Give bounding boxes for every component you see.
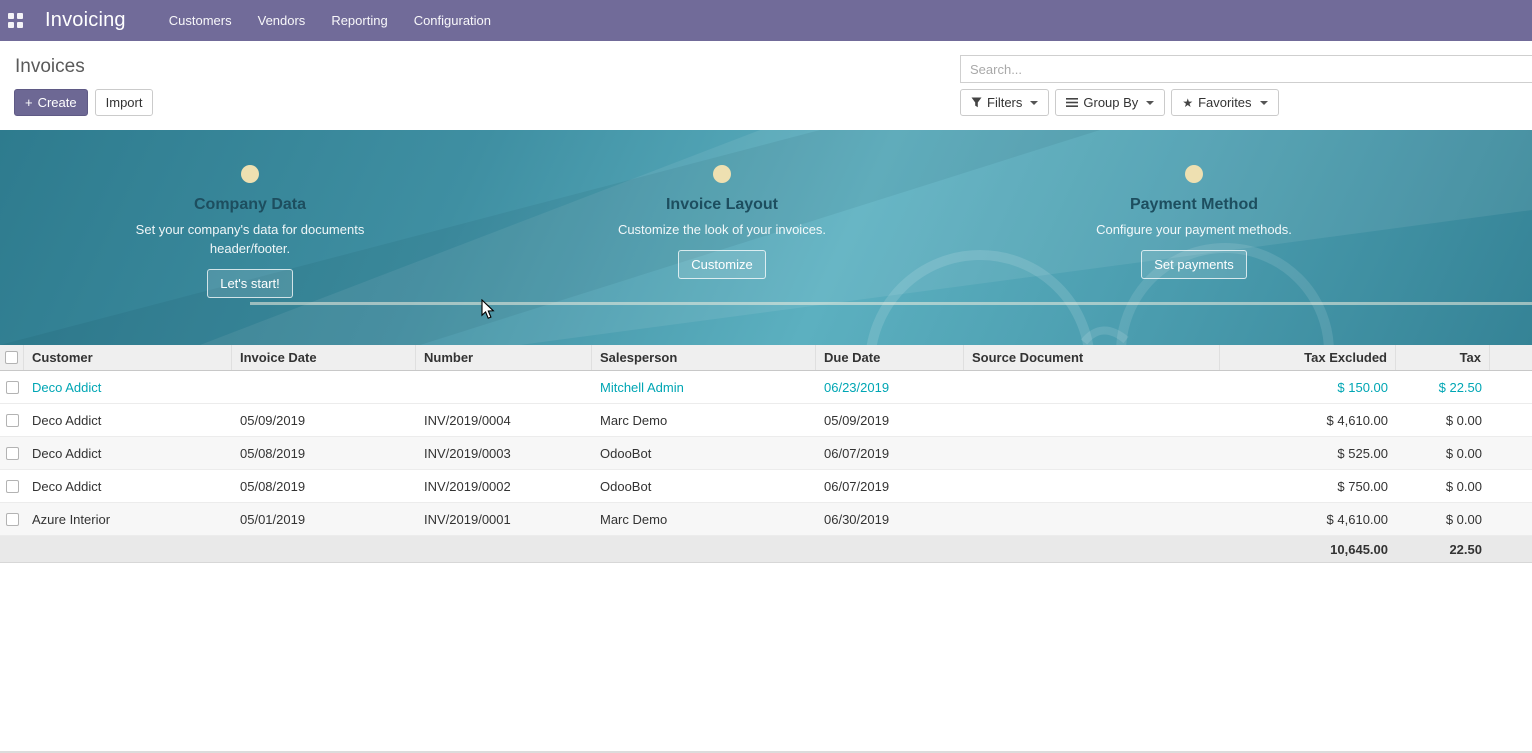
plus-icon: + (25, 95, 33, 110)
import-button[interactable]: Import (95, 89, 154, 116)
cell-tax-excluded: $ 4,610.00 (1220, 413, 1396, 428)
cell-tax: $ 0.00 (1396, 446, 1490, 461)
cell-customer: Deco Addict (24, 380, 232, 395)
row-checkbox[interactable] (6, 414, 19, 427)
table-row[interactable]: Deco Addict 05/09/2019 INV/2019/0004 Mar… (0, 404, 1532, 437)
column-header-filler (1490, 345, 1532, 370)
group-by-button[interactable]: Group By (1055, 89, 1165, 116)
cell-tax: $ 0.00 (1396, 413, 1490, 428)
cell-due-date: 05/09/2019 (816, 413, 964, 428)
row-checkbox[interactable] (6, 480, 19, 493)
cell-salesperson: OdooBot (592, 479, 816, 494)
step-dot (1185, 165, 1203, 183)
cell-number: INV/2019/0004 (416, 413, 592, 428)
top-navbar: Invoicing Customers Vendors Reporting Co… (0, 0, 1532, 41)
cell-salesperson: Mitchell Admin (592, 380, 816, 395)
search-box (960, 55, 1532, 83)
cell-customer: Deco Addict (24, 413, 232, 428)
column-header-tax[interactable]: Tax (1396, 345, 1490, 370)
menu-configuration[interactable]: Configuration (401, 0, 504, 41)
cell-tax-excluded: $ 750.00 (1220, 479, 1396, 494)
cell-tax: $ 0.00 (1396, 479, 1490, 494)
column-header-due-date[interactable]: Due Date (816, 345, 964, 370)
cell-invoice-date: 05/08/2019 (232, 446, 416, 461)
table-row[interactable]: Deco Addict Mitchell Admin 06/23/2019 $ … (0, 371, 1532, 404)
cell-invoice-date: 05/01/2019 (232, 512, 416, 527)
step-description: Configure your payment methods. (1096, 220, 1292, 239)
cell-due-date: 06/30/2019 (816, 512, 964, 527)
cell-salesperson: OdooBot (592, 446, 816, 461)
onboarding-step-invoice-layout: Invoice Layout Customize the look of you… (486, 130, 958, 345)
cell-due-date: 06/23/2019 (816, 380, 964, 395)
table-header-row: Customer Invoice Date Number Salesperson… (0, 345, 1532, 371)
onboarding-banner: Company Data Set your company's data for… (0, 130, 1532, 345)
chevron-down-icon (1260, 101, 1268, 105)
step-title: Company Data (194, 196, 306, 214)
total-tax-excluded: 10,645.00 (1220, 542, 1396, 557)
column-header-salesperson[interactable]: Salesperson (592, 345, 816, 370)
cell-invoice-date: 05/08/2019 (232, 479, 416, 494)
create-button[interactable]: + Create (14, 89, 88, 116)
lets-start-button[interactable]: Let's start! (207, 269, 293, 298)
onboarding-step-company-data: Company Data Set your company's data for… (14, 130, 486, 345)
star-icon: ★ (1182, 97, 1193, 109)
cell-due-date: 06/07/2019 (816, 446, 964, 461)
column-header-customer[interactable]: Customer (24, 345, 232, 370)
onboarding-step-payment-method: Payment Method Configure your payment me… (958, 130, 1430, 345)
table-row[interactable]: Deco Addict 05/08/2019 INV/2019/0003 Odo… (0, 437, 1532, 470)
menu-vendors[interactable]: Vendors (245, 0, 319, 41)
total-tax: 22.50 (1396, 542, 1490, 557)
cell-salesperson: Marc Demo (592, 512, 816, 527)
select-all-checkbox-cell (0, 345, 24, 370)
column-header-tax-excluded[interactable]: Tax Excluded (1220, 345, 1396, 370)
select-all-checkbox[interactable] (5, 351, 18, 364)
set-payments-button[interactable]: Set payments (1141, 250, 1247, 279)
step-dot (713, 165, 731, 183)
cell-number: INV/2019/0001 (416, 512, 592, 527)
apps-menu-icon[interactable] (8, 13, 23, 28)
row-checkbox[interactable] (6, 447, 19, 460)
table-totals-row: 10,645.00 22.50 (0, 536, 1532, 563)
step-description: Set your company's data for documents he… (125, 220, 375, 258)
chevron-down-icon (1030, 101, 1038, 105)
cell-number: INV/2019/0002 (416, 479, 592, 494)
cell-customer: Deco Addict (24, 479, 232, 494)
step-title: Invoice Layout (666, 196, 778, 214)
step-description: Customize the look of your invoices. (618, 220, 826, 239)
table-row[interactable]: Azure Interior 05/01/2019 INV/2019/0001 … (0, 503, 1532, 536)
cell-customer: Deco Addict (24, 446, 232, 461)
control-panel: Invoices + Create Import Filters Group B… (0, 41, 1532, 130)
search-input[interactable] (960, 55, 1532, 83)
cell-invoice-date: 05/09/2019 (232, 413, 416, 428)
column-header-invoice-date[interactable]: Invoice Date (232, 345, 416, 370)
cell-number: INV/2019/0003 (416, 446, 592, 461)
row-checkbox[interactable] (6, 381, 19, 394)
column-header-number[interactable]: Number (416, 345, 592, 370)
menu-customers[interactable]: Customers (156, 0, 245, 41)
app-brand[interactable]: Invoicing (45, 9, 126, 32)
cell-tax-excluded: $ 150.00 (1220, 380, 1396, 395)
favorites-button[interactable]: ★ Favorites (1171, 89, 1278, 116)
table-row[interactable]: Deco Addict 05/08/2019 INV/2019/0002 Odo… (0, 470, 1532, 503)
cell-tax-excluded: $ 525.00 (1220, 446, 1396, 461)
row-checkbox[interactable] (6, 513, 19, 526)
cell-tax-excluded: $ 4,610.00 (1220, 512, 1396, 527)
invoice-list: Customer Invoice Date Number Salesperson… (0, 345, 1532, 563)
page-title: Invoices (15, 56, 85, 78)
group-by-icon (1066, 97, 1078, 108)
menu-reporting[interactable]: Reporting (318, 0, 400, 41)
column-header-source-document[interactable]: Source Document (964, 345, 1220, 370)
step-title: Payment Method (1130, 196, 1258, 214)
cell-tax: $ 0.00 (1396, 512, 1490, 527)
cell-salesperson: Marc Demo (592, 413, 816, 428)
cell-customer: Azure Interior (24, 512, 232, 527)
cell-tax: $ 22.50 (1396, 380, 1490, 395)
filters-button[interactable]: Filters (960, 89, 1049, 116)
main-menu: Customers Vendors Reporting Configuratio… (156, 0, 504, 41)
step-dot (241, 165, 259, 183)
chevron-down-icon (1146, 101, 1154, 105)
filter-icon (971, 97, 982, 108)
cell-due-date: 06/07/2019 (816, 479, 964, 494)
customize-button[interactable]: Customize (678, 250, 765, 279)
